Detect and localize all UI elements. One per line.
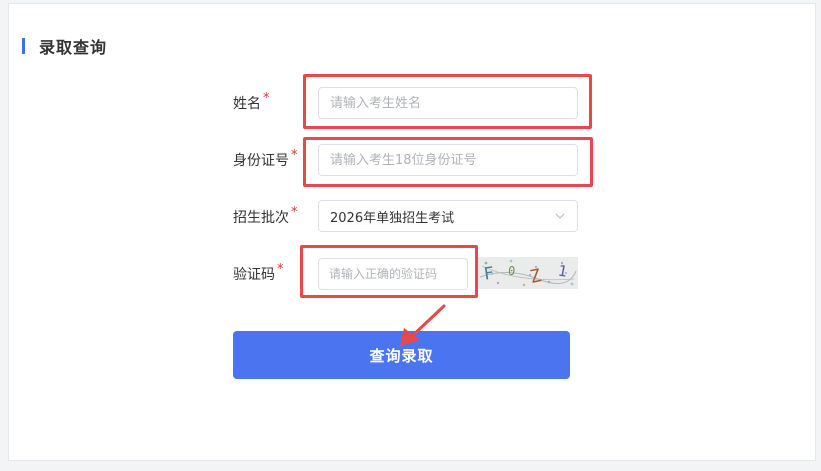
chevron-down-icon	[555, 213, 565, 219]
captcha-label-row: 验证码 *	[233, 262, 284, 284]
name-label: 姓名	[233, 96, 261, 112]
name-label-row: 姓名 *	[233, 91, 270, 113]
captcha-image[interactable]: F 0 Z 1	[478, 257, 578, 289]
id-label-row: 身份证号 *	[233, 148, 298, 170]
query-admission-button[interactable]: 查询录取	[233, 331, 570, 379]
id-required-mark: *	[291, 148, 298, 163]
id-number-label: 身份证号	[233, 153, 289, 169]
name-input[interactable]	[318, 87, 578, 119]
captcha-char-2: 0	[507, 264, 516, 279]
captcha-input[interactable]	[318, 258, 468, 290]
query-card	[8, 3, 816, 461]
section-header: 录取查询	[22, 36, 108, 57]
captcha-required-mark: *	[277, 262, 284, 277]
batch-selected-value: 2026年单独招生考试	[330, 210, 455, 226]
batch-select[interactable]: 2026年单独招生考试	[318, 200, 578, 232]
batch-label-row: 招生批次 *	[233, 205, 298, 227]
accent-bar	[22, 38, 25, 54]
id-number-input[interactable]	[318, 144, 578, 176]
section-title: 录取查询	[39, 38, 108, 57]
batch-label: 招生批次	[233, 210, 289, 226]
name-required-mark: *	[263, 91, 270, 106]
captcha-label: 验证码	[233, 267, 275, 283]
batch-required-mark: *	[291, 205, 298, 220]
